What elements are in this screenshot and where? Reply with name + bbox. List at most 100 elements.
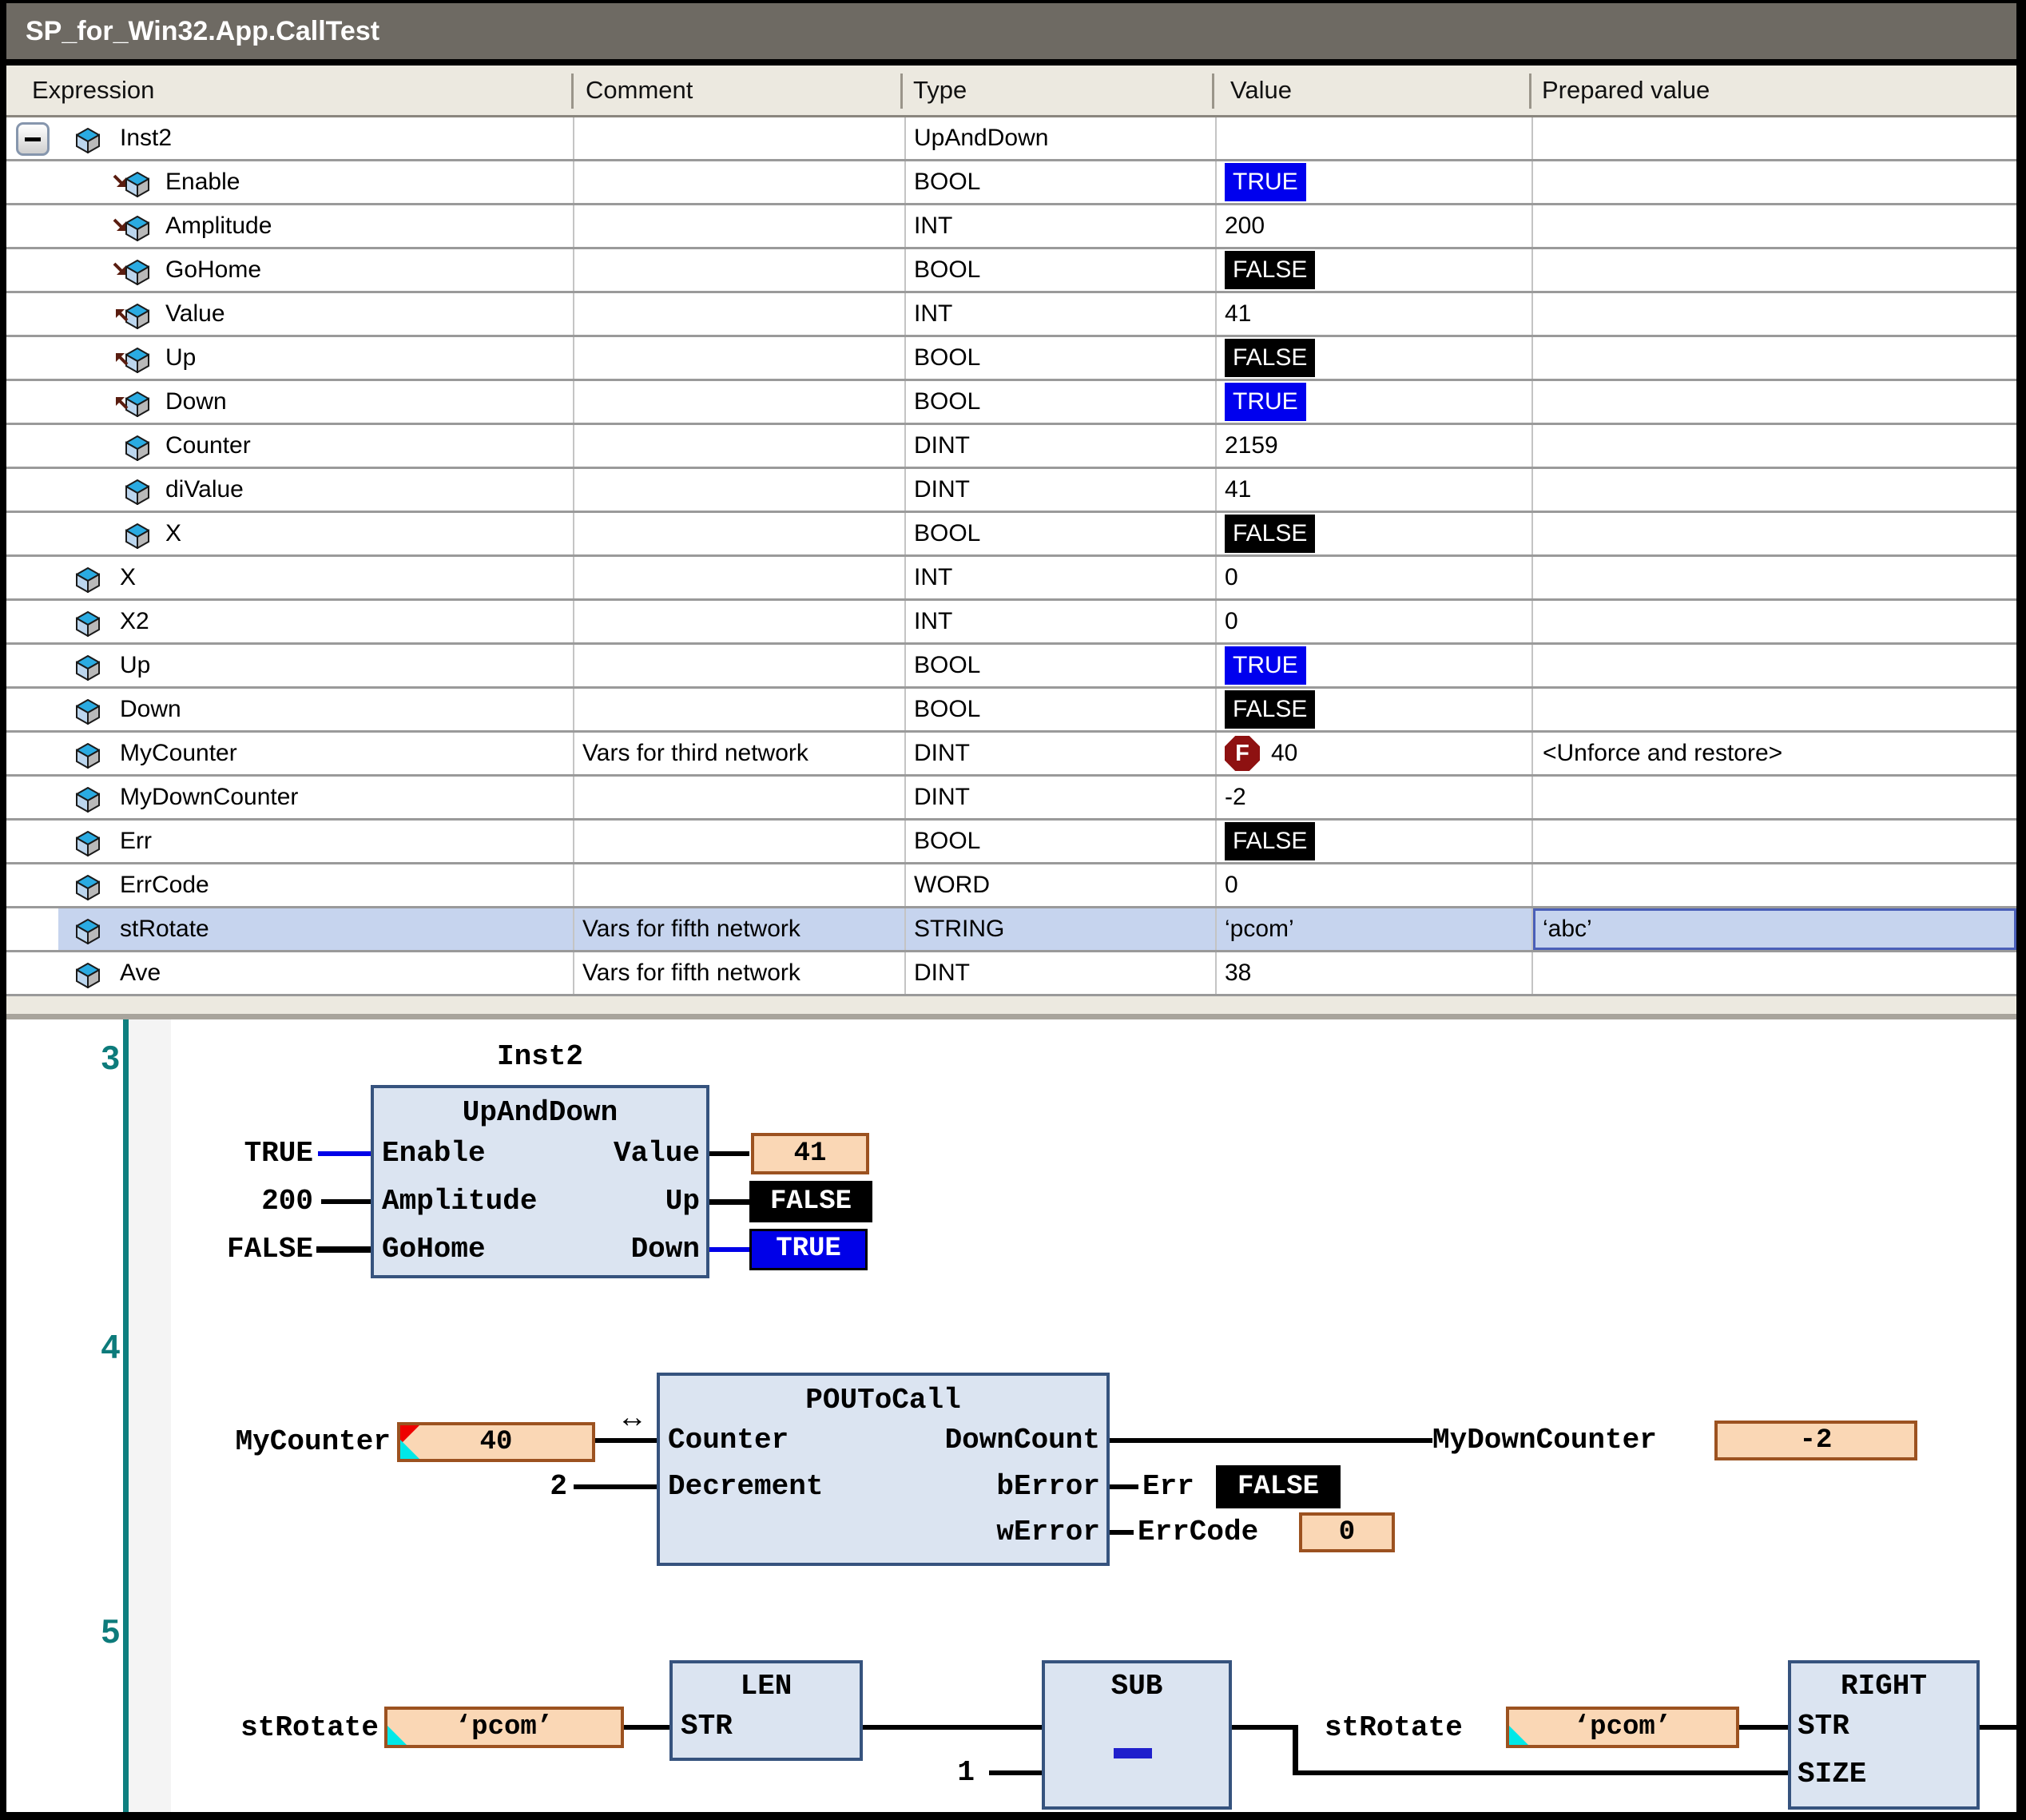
column-resize-handle[interactable] xyxy=(900,74,903,109)
value-cell[interactable]: 2159 xyxy=(1215,425,1531,467)
prepared-value-cell[interactable] xyxy=(1531,864,2016,906)
fb-pin-up[interactable]: Up xyxy=(519,1185,700,1218)
table-row[interactable]: DownBOOLFALSE xyxy=(6,689,2016,733)
prepared-value-cell[interactable] xyxy=(1531,469,2016,511)
fb-pin-berror[interactable]: bError xyxy=(863,1470,1100,1504)
expression-cell[interactable]: Value xyxy=(58,293,573,335)
prepared-value-cell[interactable] xyxy=(1531,205,2016,247)
network-number[interactable]: 5 xyxy=(85,1612,120,1651)
prepared-value-cell[interactable] xyxy=(1531,821,2016,862)
table-row[interactable]: MyDownCounterDINT-2 xyxy=(6,777,2016,821)
prepared-value-cell[interactable] xyxy=(1531,337,2016,379)
table-row[interactable]: XINT0 xyxy=(6,557,2016,601)
value-cell[interactable]: ‘pcom’ xyxy=(1215,908,1531,950)
column-header-expression[interactable]: Expression xyxy=(32,66,154,115)
var-label-mydowncounter[interactable]: MyDownCounter xyxy=(1432,1424,1657,1457)
expression-cell[interactable]: Err xyxy=(58,821,573,862)
table-row[interactable]: Inst2UpAndDown xyxy=(6,117,2016,161)
forced-value-box[interactable]: 40 xyxy=(397,1422,595,1462)
expression-cell[interactable]: stRotate xyxy=(58,908,573,950)
expression-cell[interactable]: Inst2 xyxy=(58,117,573,159)
value-monitor-box[interactable]: 41 xyxy=(751,1133,869,1174)
fb-pin-str[interactable]: STR xyxy=(1798,1710,1849,1743)
table-row[interactable]: UpBOOLTRUE xyxy=(6,645,2016,689)
column-header-value[interactable]: Value xyxy=(1230,66,1292,115)
prepared-value-cell[interactable] xyxy=(1531,161,2016,203)
fb-pin-value[interactable]: Value xyxy=(519,1137,700,1170)
value-cell[interactable]: FALSE xyxy=(1215,337,1531,379)
table-row[interactable]: ValueINT41 xyxy=(6,293,2016,337)
table-row[interactable]: X2INT0 xyxy=(6,601,2016,645)
prepared-value-cell[interactable] xyxy=(1531,381,2016,423)
prepared-value-cell[interactable]: <Unforce and restore> xyxy=(1531,733,2016,774)
input-literal-true[interactable]: TRUE xyxy=(176,1137,313,1170)
expression-cell[interactable]: Down xyxy=(58,689,573,730)
expression-cell[interactable]: X2 xyxy=(58,601,573,642)
expression-cell[interactable]: MyDownCounter xyxy=(58,777,573,818)
prepared-value-cell[interactable]: ‘abc’ xyxy=(1531,908,2016,950)
value-cell[interactable]: FALSE xyxy=(1215,689,1531,730)
value-cell[interactable]: TRUE xyxy=(1215,161,1531,203)
expression-cell[interactable]: Up xyxy=(58,645,573,686)
table-row[interactable]: ErrCodeWORD0 xyxy=(6,864,2016,908)
fb-pin-gohome[interactable]: GoHome xyxy=(382,1233,486,1266)
value-cell[interactable]: FALSE xyxy=(1215,513,1531,554)
expression-cell[interactable]: GoHome xyxy=(58,249,573,291)
fb-pin-amplitude[interactable]: Amplitude xyxy=(382,1185,537,1218)
value-monitor-box[interactable]: 0 xyxy=(1299,1512,1395,1552)
var-label-mycounter[interactable]: MyCounter xyxy=(192,1425,391,1459)
expression-cell[interactable]: X xyxy=(58,513,573,554)
string-value-box[interactable]: ‘pcom’ xyxy=(384,1707,624,1748)
table-row[interactable]: diValueDINT41 xyxy=(6,469,2016,513)
prepared-value-cell[interactable] xyxy=(1531,425,2016,467)
table-row[interactable]: AveVars for fifth networkDINT38 xyxy=(6,952,2016,996)
network-number[interactable]: 4 xyxy=(85,1328,120,1366)
value-cell[interactable]: 41 xyxy=(1215,293,1531,335)
prepared-value-cell[interactable] xyxy=(1531,601,2016,642)
expression-cell[interactable]: diValue xyxy=(58,469,573,511)
fb-pin-counter[interactable]: Counter xyxy=(668,1424,789,1457)
prepared-value-cell[interactable] xyxy=(1531,293,2016,335)
expression-cell[interactable]: Ave xyxy=(58,952,573,994)
value-cell[interactable]: F40 xyxy=(1215,733,1531,774)
table-row[interactable]: XBOOLFALSE xyxy=(6,513,2016,557)
collapse-button[interactable] xyxy=(16,122,50,156)
value-monitor-box[interactable]: -2 xyxy=(1714,1421,1917,1460)
table-row[interactable]: MyCounterVars for third networkDINTF40<U… xyxy=(6,733,2016,777)
value-cell[interactable]: 0 xyxy=(1215,864,1531,906)
value-cell[interactable]: 0 xyxy=(1215,557,1531,598)
value-cell[interactable]: 200 xyxy=(1215,205,1531,247)
input-literal-false[interactable]: FALSE xyxy=(176,1233,313,1266)
value-monitor-true[interactable]: TRUE xyxy=(749,1229,868,1270)
value-cell[interactable]: TRUE xyxy=(1215,645,1531,686)
table-row[interactable]: stRotateVars for fifth networkSTRING‘pco… xyxy=(6,908,2016,952)
fb-pin-downcount[interactable]: DownCount xyxy=(863,1424,1100,1457)
var-label-err[interactable]: Err xyxy=(1142,1470,1194,1504)
expression-cell[interactable]: Down xyxy=(58,381,573,423)
input-literal-1[interactable]: 1 xyxy=(919,1756,975,1790)
var-label-strotate[interactable]: stRotate xyxy=(1325,1711,1463,1745)
fb-instance-label[interactable]: Inst2 xyxy=(371,1040,709,1074)
expression-cell[interactable]: MyCounter xyxy=(58,733,573,774)
column-header-type[interactable]: Type xyxy=(913,66,967,115)
column-resize-handle[interactable] xyxy=(571,74,574,109)
value-cell[interactable]: TRUE xyxy=(1215,381,1531,423)
value-cell[interactable]: 41 xyxy=(1215,469,1531,511)
input-literal-2[interactable]: 2 xyxy=(511,1470,567,1504)
column-resize-handle[interactable] xyxy=(1212,74,1214,109)
fb-pin-str[interactable]: STR xyxy=(681,1710,733,1743)
prepared-value-cell[interactable] xyxy=(1531,249,2016,291)
network-number[interactable]: 3 xyxy=(85,1039,120,1077)
expression-cell[interactable]: ErrCode xyxy=(58,864,573,906)
prepared-value-cell[interactable] xyxy=(1531,117,2016,159)
fb-pin-decrement[interactable]: Decrement xyxy=(668,1470,823,1504)
value-cell[interactable] xyxy=(1215,117,1531,159)
value-cell[interactable]: 0 xyxy=(1215,601,1531,642)
string-value-box[interactable]: ‘pcom’ xyxy=(1506,1707,1739,1748)
table-row[interactable]: DownBOOLTRUE xyxy=(6,381,2016,425)
fb-pin-werror[interactable]: wError xyxy=(863,1516,1100,1549)
prepared-value-cell[interactable] xyxy=(1531,952,2016,994)
prepared-value-cell[interactable] xyxy=(1531,557,2016,598)
expression-cell[interactable]: Up xyxy=(58,337,573,379)
prepared-value-cell[interactable] xyxy=(1531,777,2016,818)
